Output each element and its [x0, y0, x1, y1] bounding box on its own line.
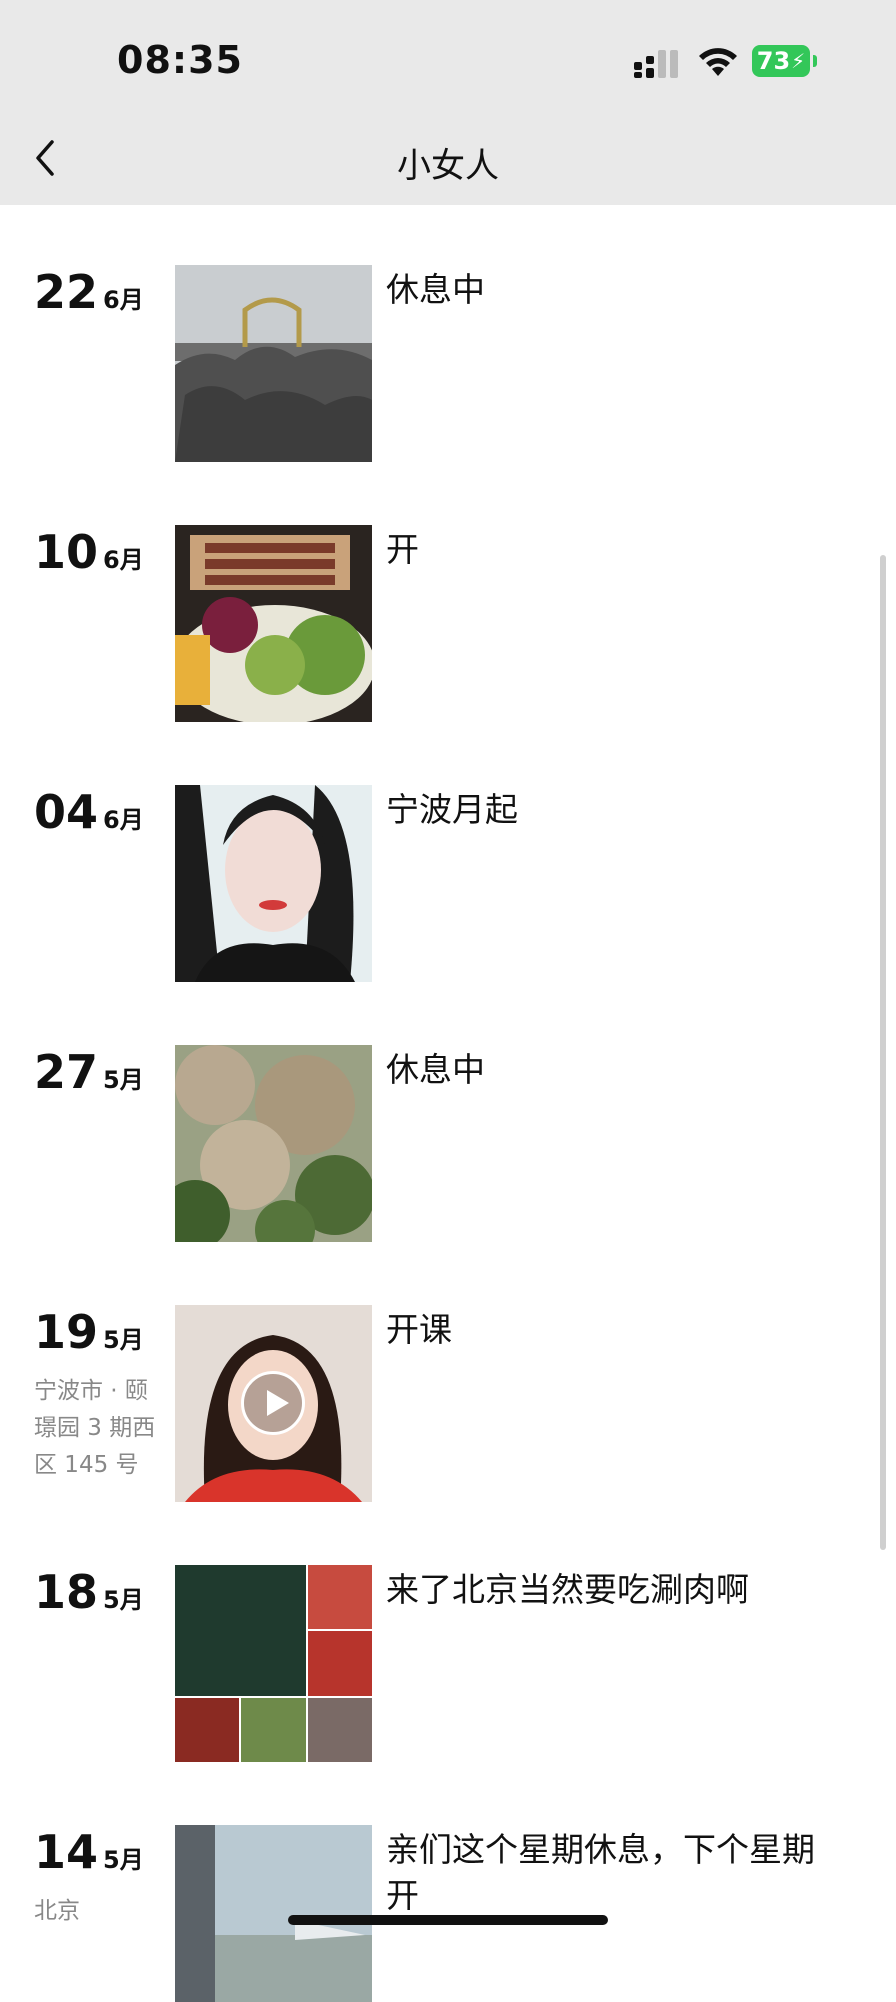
- entry-thumbnail[interactable]: [175, 525, 372, 722]
- page-title: 小女人: [397, 146, 499, 186]
- entry-date: 27 5月: [34, 1045, 144, 1099]
- entry-day: 19: [34, 1305, 99, 1359]
- charging-bolt-icon: ⚡: [791, 49, 806, 73]
- entry-date: 19 5月: [34, 1305, 144, 1359]
- entry-date: 18 5月: [34, 1565, 144, 1619]
- entry-video-thumbnail[interactable]: [175, 1305, 372, 1502]
- entry-day: 22: [34, 265, 99, 319]
- wifi-icon: [699, 48, 737, 76]
- entry-month: 6月: [103, 806, 144, 834]
- airport-window-photo: [175, 1825, 372, 2002]
- battery-indicator: 73 ⚡: [752, 45, 817, 77]
- rockery-photo: [175, 265, 372, 462]
- entry-caption: 休息中: [386, 270, 485, 309]
- portrait-photo: [175, 785, 372, 982]
- smoke-tree-photo: [175, 1045, 372, 1242]
- entry-day: 14: [34, 1825, 99, 1879]
- grid-photo: [175, 1565, 306, 1696]
- grid-photo: [307, 1631, 372, 1696]
- cellular-signal-icon: [634, 50, 678, 78]
- food-platter-photo: [175, 525, 372, 722]
- entry-day: 18: [34, 1565, 99, 1619]
- entry-month: 6月: [103, 546, 144, 574]
- list-item[interactable]: 04 6月 宁波月起: [0, 725, 896, 982]
- entry-month: 6月: [103, 286, 144, 314]
- entry-day: 10: [34, 525, 99, 579]
- entry-location: 北京: [34, 1898, 80, 1924]
- entry-date: 10 6月: [34, 525, 144, 579]
- list-item[interactable]: 22 6月 休息中: [0, 205, 896, 462]
- grid-photo: [241, 1697, 306, 1762]
- list-item[interactable]: 14 5月 北京 亲们这个星期休息，下个星期开: [0, 1765, 896, 2002]
- entry-photo-grid[interactable]: [175, 1565, 372, 1762]
- entry-caption: 来了北京当然要吃涮肉啊: [386, 1570, 749, 1609]
- entry-thumbnail[interactable]: [175, 785, 372, 982]
- entry-date: 22 6月: [34, 265, 144, 319]
- nav-bar: 小女人: [0, 110, 896, 205]
- entry-caption: 宁波月起: [386, 790, 518, 829]
- play-icon[interactable]: [241, 1371, 305, 1435]
- status-time: 08:35: [117, 38, 243, 82]
- entry-day: 27: [34, 1045, 99, 1099]
- entry-month: 5月: [103, 1586, 144, 1614]
- entry-location: 宁波市 · 颐璟园 3 期西区 145 号: [34, 1378, 156, 1478]
- entry-month: 5月: [103, 1066, 144, 1094]
- entry-month: 5月: [103, 1846, 144, 1874]
- moments-feed[interactable]: 22 6月 休息中 10 6月 开 04 6月 宁波月起 27 5月 休息中 1…: [0, 205, 896, 2002]
- home-indicator[interactable]: [288, 1915, 608, 1925]
- entry-day: 04: [34, 785, 99, 839]
- photo-grid: [175, 1565, 372, 1762]
- grid-photo: [175, 1697, 240, 1762]
- entry-thumbnail[interactable]: [175, 265, 372, 462]
- entry-caption: 开课: [386, 1310, 452, 1349]
- list-item[interactable]: 10 6月 开: [0, 465, 896, 722]
- entry-caption: 亲们这个星期休息，下个星期开: [386, 1830, 815, 1915]
- entry-thumbnail[interactable]: [175, 1825, 372, 2002]
- entry-date: 14 5月: [34, 1825, 144, 1879]
- entry-month: 5月: [103, 1326, 144, 1354]
- entry-caption: 休息中: [386, 1050, 485, 1089]
- entry-caption: 开: [386, 530, 419, 569]
- list-item[interactable]: 19 5月 宁波市 · 颐璟园 3 期西区 145 号 开课: [0, 1245, 896, 1502]
- list-item[interactable]: 27 5月 休息中: [0, 985, 896, 1242]
- list-item[interactable]: 18 5月 来了北京当然要吃涮肉啊: [0, 1505, 896, 1762]
- grid-photo: [307, 1697, 372, 1762]
- scrollbar[interactable]: [880, 555, 886, 1550]
- grid-photo: [307, 1565, 372, 1630]
- battery-level: 73: [756, 47, 791, 75]
- entry-thumbnail[interactable]: [175, 1045, 372, 1242]
- entry-date: 04 6月: [34, 785, 144, 839]
- status-bar: 08:35 73 ⚡: [0, 0, 896, 110]
